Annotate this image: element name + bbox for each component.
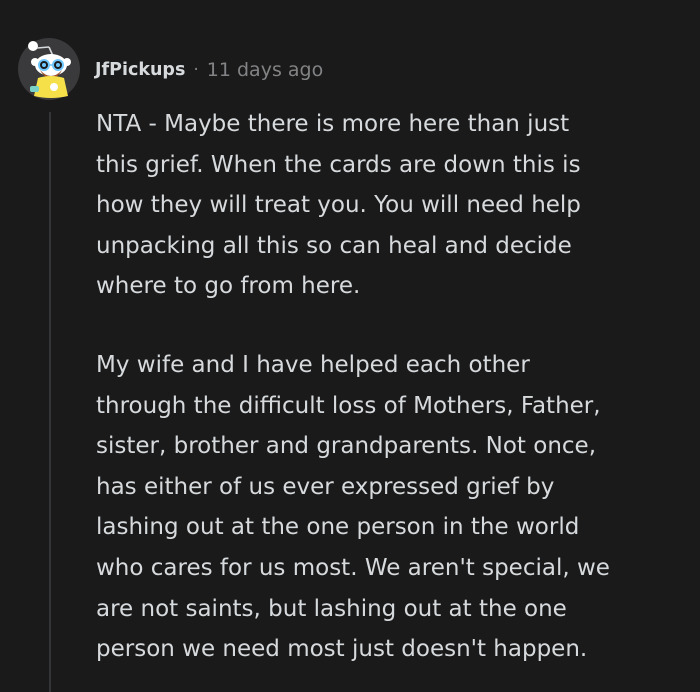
comment-header: JfPickups · 11 days ago [95,56,323,84]
comment-body: NTA - Maybe there is more here than just… [96,104,686,670]
user-avatar[interactable] [18,38,80,100]
comment-paragraph: My wife and I have helped each other thr… [96,351,610,663]
comment-paragraph: NTA - Maybe there is more here than just… [96,111,581,300]
username-link[interactable]: JfPickups [95,60,185,80]
snoo-avatar-icon [18,38,80,100]
comment: JfPickups · 11 days ago NTA - Maybe ther… [0,0,700,692]
thread-collapse-line[interactable] [49,112,51,692]
timestamp-link[interactable]: 11 days ago [207,59,323,81]
meta-separator: · [193,60,199,80]
